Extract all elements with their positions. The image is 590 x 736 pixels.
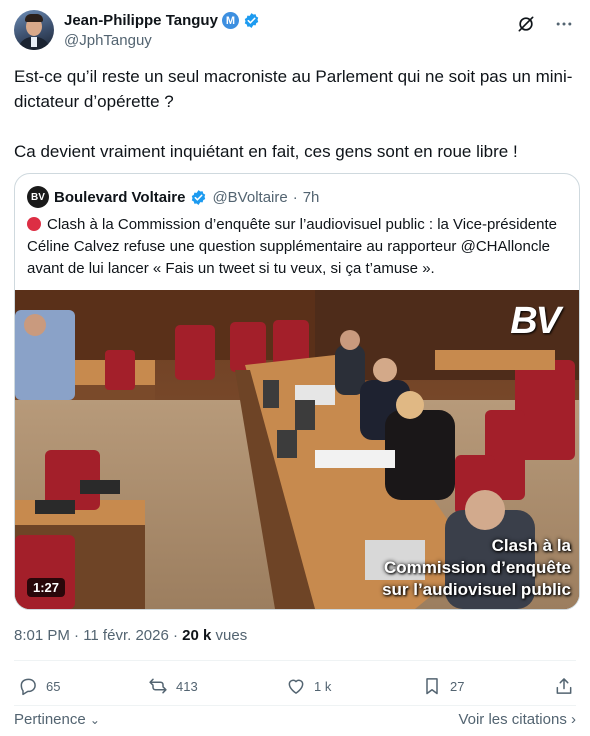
view-quotes-label: Voir les citations xyxy=(458,711,567,728)
quote-handle[interactable]: @BVoltaire xyxy=(212,189,287,206)
action-bar: 65 413 1 k 27 xyxy=(14,676,576,700)
tweet-header: Jean-Philippe Tanguy M @JphTanguy xyxy=(14,10,580,54)
retweet-icon xyxy=(149,678,167,694)
red-circle-icon xyxy=(27,217,41,231)
video-duration: 1:27 xyxy=(27,578,66,597)
affiliation-badge-icon[interactable]: M xyxy=(221,12,239,29)
grok-icon[interactable] xyxy=(516,14,536,34)
quote-time[interactable]: 7h xyxy=(303,189,320,206)
author-name[interactable]: Jean-Philippe Tanguy xyxy=(64,12,218,29)
retweet-button[interactable]: 413 xyxy=(148,676,198,696)
video-caption-line-2: Commission d’enquête xyxy=(383,558,571,577)
views-count: 20 k xyxy=(182,627,212,644)
quote-author-name[interactable]: Boulevard Voltaire xyxy=(54,189,185,206)
quoted-tweet[interactable]: BV Boulevard Voltaire @BVoltaire · 7h Cl… xyxy=(14,173,580,610)
tweet-paragraph-1: Est-ce qu’il reste un seul macroniste au… xyxy=(14,67,573,111)
chevron-right-icon: › xyxy=(571,711,576,728)
more-icon[interactable] xyxy=(554,14,574,34)
quote-header: BV Boulevard Voltaire @BVoltaire · 7h xyxy=(27,186,319,208)
reply-button[interactable]: 65 xyxy=(18,676,60,696)
divider-top xyxy=(14,660,576,661)
video-caption: Clash à la Commission d’enquête sur l’au… xyxy=(382,535,571,601)
tweet-metadata: 8:01 PM · 11 févr. 2026 · 20 k vues xyxy=(14,627,247,644)
verified-badge-icon[interactable] xyxy=(243,12,260,29)
divider-bottom xyxy=(14,705,576,706)
share-button[interactable] xyxy=(554,676,574,696)
retweet-count: 413 xyxy=(176,678,198,694)
tweet-timestamp[interactable]: 8:01 PM · 11 févr. 2026 · xyxy=(14,627,182,644)
author-avatar[interactable] xyxy=(14,10,54,50)
author-handle[interactable]: @JphTanguy xyxy=(64,32,152,49)
sort-relevance-button[interactable]: Pertinence ⌄ xyxy=(14,711,100,728)
views-label: vues xyxy=(211,627,248,644)
author-name-row: Jean-Philippe Tanguy M xyxy=(64,12,260,29)
like-button[interactable]: 1 k xyxy=(286,676,331,696)
top-actions xyxy=(516,14,574,34)
share-icon xyxy=(556,678,572,694)
view-quotes-link[interactable]: Voir les citations › xyxy=(458,711,576,728)
bookmark-count: 27 xyxy=(450,678,465,694)
quote-separator: · xyxy=(292,188,298,206)
tweet-paragraph-2: Ca devient vraiment inquiétant en fait, … xyxy=(14,142,518,161)
video-caption-line-3: sur l’audiovisuel public xyxy=(382,580,571,599)
bookmark-button[interactable]: 27 xyxy=(422,676,464,696)
quote-text-block: Clash à la Commission d’enquête sur l’au… xyxy=(27,214,567,280)
video-player[interactable]: BV Clash à la Commission d’enquête sur l… xyxy=(15,290,579,609)
chevron-down-icon: ⌄ xyxy=(89,713,100,727)
video-caption-line-1: Clash à la xyxy=(491,536,571,555)
bookmark-icon xyxy=(426,678,438,695)
sort-relevance-label: Pertinence xyxy=(14,711,86,728)
channel-logo: BV xyxy=(510,300,561,342)
reply-icon xyxy=(20,678,36,696)
verified-badge-icon xyxy=(192,189,206,205)
like-count: 1 k xyxy=(314,678,332,694)
heart-icon xyxy=(288,679,304,694)
quote-text: Clash à la Commission d’enquête sur l’au… xyxy=(27,216,557,277)
reply-count: 65 xyxy=(46,678,61,694)
tweet-text: Est-ce qu’il reste un seul macroniste au… xyxy=(14,64,574,164)
quote-avatar[interactable]: BV xyxy=(27,186,49,208)
